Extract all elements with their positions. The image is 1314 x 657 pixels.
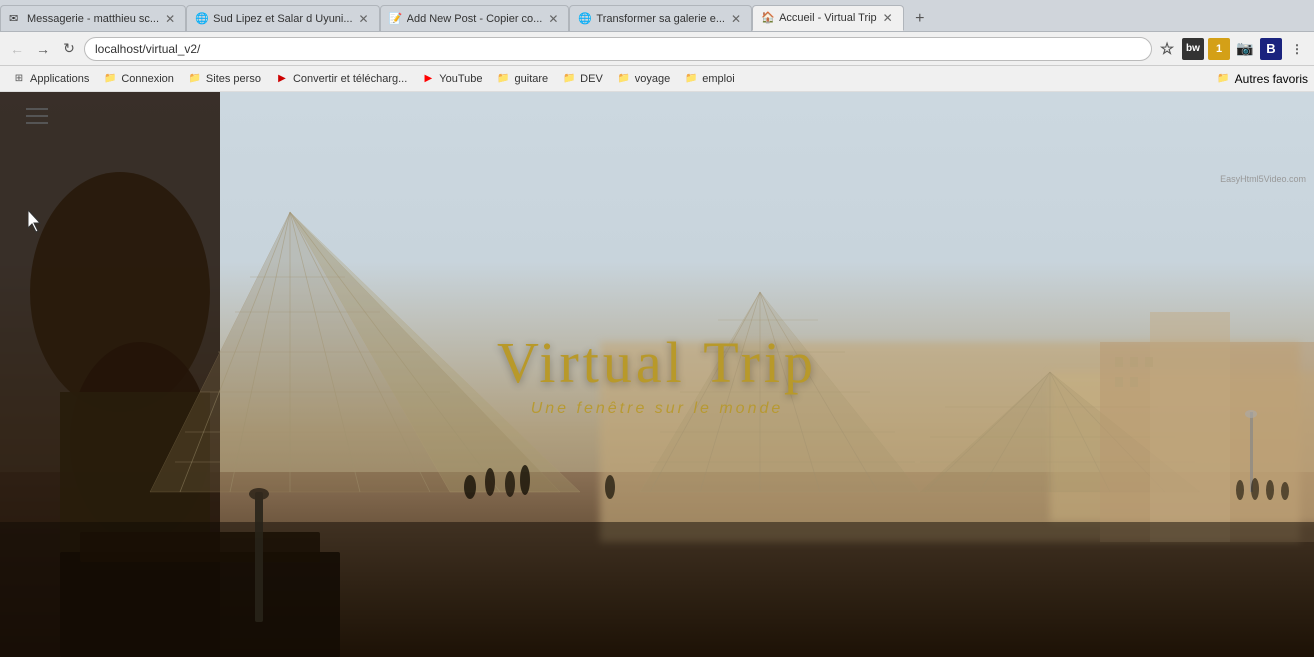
sites-perso-folder-icon: 📁 bbox=[188, 72, 202, 86]
voyage-folder-icon: 📁 bbox=[617, 72, 631, 86]
bookmark-applications-label: Applications bbox=[30, 73, 89, 85]
bookmark-youtube-label: YouTube bbox=[439, 73, 482, 85]
b-icon: B bbox=[1266, 41, 1275, 56]
tab-5-label: Accueil - Virtual Trip bbox=[779, 12, 877, 24]
back-button[interactable]: ← bbox=[6, 38, 28, 60]
bookmark-b-button[interactable]: B bbox=[1260, 38, 1282, 60]
refresh-icon: ↻ bbox=[63, 40, 75, 57]
tab-4-favicon: 🌐 bbox=[578, 12, 592, 26]
tab-5[interactable]: 🏠 Accueil - Virtual Trip ✕ bbox=[752, 5, 904, 31]
bookmark-voyage[interactable]: 📁 voyage bbox=[611, 70, 676, 88]
new-tab-button[interactable]: + bbox=[908, 7, 932, 31]
menu-dots-icon: ⋮ bbox=[1291, 42, 1303, 56]
bookmark-star-button[interactable]: ☆ bbox=[1156, 38, 1178, 60]
refresh-button[interactable]: ↻ bbox=[58, 38, 80, 60]
back-icon: ← bbox=[10, 41, 24, 57]
tab-2-close[interactable]: ✕ bbox=[357, 12, 371, 26]
tab-3-label: Add New Post - Copier co... bbox=[407, 13, 543, 25]
bookmark-emploi[interactable]: 📁 emploi bbox=[678, 70, 740, 88]
hero-subtitle: Une fenêtre sur le monde bbox=[497, 400, 817, 418]
bookmark-convertir-label: Convertir et télécharg... bbox=[293, 73, 407, 85]
bookmark-sites-perso[interactable]: 📁 Sites perso bbox=[182, 70, 267, 88]
tab-5-close[interactable]: ✕ bbox=[881, 11, 895, 25]
nav-bar: ← → ↻ ☆ bw 1 📷 B ⋮ bbox=[0, 32, 1314, 66]
others-folder-icon: 📁 bbox=[1217, 72, 1231, 86]
bookmark-youtube[interactable]: ▶ YouTube bbox=[415, 70, 488, 88]
convertir-icon: ▶ bbox=[275, 72, 289, 86]
connexion-folder-icon: 📁 bbox=[103, 72, 117, 86]
forward-icon: → bbox=[36, 41, 50, 57]
tab-1-label: Messagerie - matthieu sc... bbox=[27, 13, 159, 25]
tab-1-favicon: ✉ bbox=[9, 12, 23, 26]
bookmarks-bar: ⊞ Applications 📁 Connexion 📁 Sites perso… bbox=[0, 66, 1314, 92]
tab-3-favicon: 📝 bbox=[389, 12, 403, 26]
bookmark-sites-perso-label: Sites perso bbox=[206, 73, 261, 85]
hero-title: Virtual Trip bbox=[497, 331, 817, 395]
tab-4-label: Transformer sa galerie e... bbox=[596, 13, 725, 25]
tab-2-label: Sud Lipez et Salar d Uyuni... bbox=[213, 13, 352, 25]
forward-button[interactable]: → bbox=[32, 38, 54, 60]
browser-window: ✉ Messagerie - matthieu sc... ✕ 🌐 Sud Li… bbox=[0, 0, 1314, 657]
bw-extension-button[interactable]: bw bbox=[1182, 38, 1204, 60]
bookmark-guitare-label: guitare bbox=[515, 73, 549, 85]
others-favorites[interactable]: 📁 Autres favoris bbox=[1217, 72, 1308, 86]
bookmark-emploi-label: emploi bbox=[702, 73, 734, 85]
bookmark-dev[interactable]: 📁 DEV bbox=[556, 70, 609, 88]
menu-line-3 bbox=[26, 122, 48, 124]
tab-3[interactable]: 📝 Add New Post - Copier co... ✕ bbox=[380, 5, 570, 31]
star-icon: ☆ bbox=[1160, 39, 1174, 59]
ext1-icon: 1 bbox=[1216, 43, 1222, 55]
tab-2-favicon: 🌐 bbox=[195, 12, 209, 26]
bookmark-connexion-label: Connexion bbox=[121, 73, 174, 85]
tab-3-close[interactable]: ✕ bbox=[546, 12, 560, 26]
apps-grid-icon: ⊞ bbox=[12, 72, 26, 86]
bookmark-connexion[interactable]: 📁 Connexion bbox=[97, 70, 180, 88]
chrome-menu-button[interactable]: ⋮ bbox=[1286, 38, 1308, 60]
bookmark-applications[interactable]: ⊞ Applications bbox=[6, 70, 95, 88]
tab-4[interactable]: 🌐 Transformer sa galerie e... ✕ bbox=[569, 5, 752, 31]
emploi-folder-icon: 📁 bbox=[684, 72, 698, 86]
content-area: EasyHtml5Video.com bbox=[0, 92, 1314, 657]
dev-folder-icon: 📁 bbox=[562, 72, 576, 86]
youtube-icon: ▶ bbox=[421, 72, 435, 86]
menu-line-2 bbox=[26, 115, 48, 117]
address-bar[interactable] bbox=[84, 37, 1152, 61]
nav-icons-group: ☆ bw 1 📷 B ⋮ bbox=[1156, 38, 1308, 60]
bookmark-convertir[interactable]: ▶ Convertir et télécharg... bbox=[269, 70, 413, 88]
camera-button[interactable]: 📷 bbox=[1234, 38, 1256, 60]
bookmark-voyage-label: voyage bbox=[635, 73, 670, 85]
tab-1[interactable]: ✉ Messagerie - matthieu sc... ✕ bbox=[0, 5, 186, 31]
hamburger-menu-button[interactable] bbox=[22, 104, 52, 128]
guitare-folder-icon: 📁 bbox=[497, 72, 511, 86]
hero-title-container: Virtual Trip Une fenêtre sur le monde bbox=[497, 331, 817, 419]
extension-button-1[interactable]: 1 bbox=[1208, 38, 1230, 60]
tab-2[interactable]: 🌐 Sud Lipez et Salar d Uyuni... ✕ bbox=[186, 5, 379, 31]
tab-1-close[interactable]: ✕ bbox=[163, 12, 177, 26]
tab-bar: ✉ Messagerie - matthieu sc... ✕ 🌐 Sud Li… bbox=[0, 0, 1314, 32]
menu-line-1 bbox=[26, 108, 48, 110]
tab-4-close[interactable]: ✕ bbox=[729, 12, 743, 26]
camera-icon: 📷 bbox=[1236, 40, 1253, 57]
tab-5-favicon: 🏠 bbox=[761, 11, 775, 25]
bw-icon: bw bbox=[1186, 43, 1200, 54]
bookmark-dev-label: DEV bbox=[580, 73, 603, 85]
others-favorites-label: Autres favoris bbox=[1235, 72, 1308, 86]
watermark: EasyHtml5Video.com bbox=[1220, 174, 1306, 184]
bookmark-guitare[interactable]: 📁 guitare bbox=[491, 70, 555, 88]
